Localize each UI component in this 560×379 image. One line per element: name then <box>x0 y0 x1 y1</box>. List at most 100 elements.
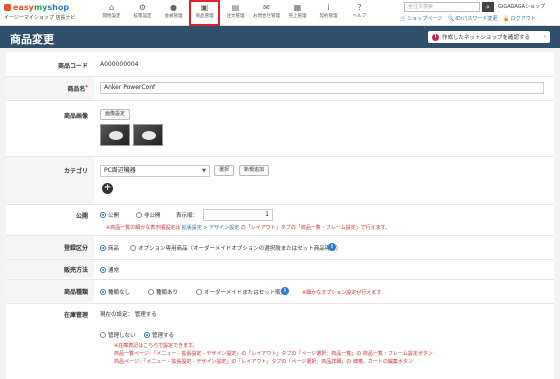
publish-radio-public[interactable]: 公開 <box>100 211 119 219</box>
product-type-radio-none[interactable]: 種類なし <box>100 288 130 296</box>
gear-icon: ⚙ <box>138 3 147 12</box>
publish-note: ※商品一覧の細かな表示順設定は 拡張設定 > デザイン設定 の「レイアウト」タブ… <box>106 225 391 231</box>
nav-label: 売上管理 <box>288 14 307 19</box>
main-nav: ⌂ 開始設定 ⚙ 拡張設定 ● 会員管理 ▣ 商品管理 ▤ 注文管理 ✉ お問合… <box>96 0 375 26</box>
user-icon: ● <box>170 3 177 12</box>
top-links: 🛒 ショップページ 🔍 ID/パスワード変更 🔓 ログアウト <box>400 15 536 23</box>
order-search-input[interactable]: 全注文検索 <box>404 2 480 12</box>
category-select[interactable]: PC周辺機器 ▼ <box>100 165 210 177</box>
nav-item-help[interactable]: ? ヘルプ <box>344 0 375 26</box>
display-order-label: 表示順： <box>176 213 199 219</box>
nav-item-extended-settings[interactable]: ⚙ 拡張設定 <box>127 0 158 26</box>
nav-label: お問合せ管理 <box>253 14 280 19</box>
gift-icon: ▣ <box>200 3 209 12</box>
search-button[interactable]: ⌕ <box>482 2 494 12</box>
logout-icon: 🔓 <box>503 15 510 22</box>
nav-label: 拡張設定 <box>133 14 152 19</box>
logo-mark-icon <box>4 4 11 11</box>
nav-label: ヘルプ <box>352 14 367 19</box>
row-product-code: 商品コード A000000004 <box>6 56 554 74</box>
id-password-link[interactable]: 🔍 ID/パスワード変更 <box>448 15 497 23</box>
label-product-type: 商品種類 <box>6 280 94 302</box>
confirm-shop-button[interactable]: i 作成したネットショップを確認する › <box>428 31 550 43</box>
row-sales-method: 販売方法 通常 <box>6 260 554 278</box>
mail-icon: ✉ <box>263 3 270 12</box>
chevron-down-icon: ▼ <box>202 168 206 174</box>
product-type-radio-types[interactable]: 種類あり <box>148 288 178 296</box>
category-add-button[interactable]: 新規追加 <box>239 165 270 176</box>
nav-label: 契約管理 <box>319 14 338 19</box>
product-image-thumbnail[interactable] <box>100 124 130 146</box>
home-icon: ⌂ <box>108 3 115 12</box>
label-product-image: 商品画像 <box>63 113 88 120</box>
publish-radio-private[interactable]: 非公開 <box>136 211 161 219</box>
info-icon: i <box>432 33 439 41</box>
nav-item-start[interactable]: ⌂ 開始設定 <box>96 0 127 26</box>
registration-radio-product[interactable]: 商品 <box>100 244 119 252</box>
logo[interactable]: easymyshop イージーマイショップ 店長ナビ <box>4 3 90 21</box>
nav-item-sales[interactable]: ▦ 売上管理 <box>282 0 313 26</box>
divider <box>6 100 554 101</box>
nav-item-products[interactable]: ▣ 商品管理 <box>189 0 220 26</box>
row-stock: 在庫管理 現在の設定： 管理する 管理しない 管理する ※在庫表記はこちらで設定… <box>6 304 554 379</box>
row-product-name: 商品名 * Anker PowerConf <box>6 77 554 99</box>
row-product-image: 商品画像 画像設定 <box>6 102 554 156</box>
stock-note-3: 商品ページ：「メニュー - 拡張設定 - デザイン設定」の「レイアウト」タブの「… <box>114 359 413 365</box>
page-title: 商品変更 <box>10 33 54 46</box>
top-bar: easymyshop イージーマイショップ 店長ナビ ⌂ 開始設定 ⚙ 拡張設定… <box>0 0 560 26</box>
radio-icon <box>196 289 202 295</box>
logo-subtitle: イージーマイショップ 店長ナビ <box>4 15 76 21</box>
sales-method-radio-normal[interactable]: 通常 <box>100 266 119 274</box>
document-icon: ▤ <box>231 3 240 12</box>
nav-item-inquiries[interactable]: ✉ お問合せ管理 <box>251 0 282 26</box>
nav-item-orders[interactable]: ▤ 注文管理 <box>220 0 251 26</box>
info-icon[interactable]: i <box>328 243 336 251</box>
label-stock: 在庫管理 <box>63 312 88 319</box>
label-category: カテゴリ <box>6 157 94 203</box>
product-form: 商品コード A000000004 商品名 * Anker PowerConf 商品… <box>6 52 554 379</box>
product-image-thumbnail[interactable] <box>133 124 163 146</box>
shop-name[interactable]: GIGAGAGAショップ <box>498 3 545 10</box>
product-code-value: A000000004 <box>100 61 139 68</box>
product-name-input[interactable]: Anker PowerConf <box>100 82 544 94</box>
radio-icon <box>100 332 106 338</box>
nav-item-members[interactable]: ● 会員管理 <box>158 0 189 26</box>
label-sales-method: 販売方法 <box>6 260 94 278</box>
chevron-right-icon: › <box>543 34 546 40</box>
nav-item-contract[interactable]: i 契約管理 <box>313 0 344 26</box>
shop-page-link[interactable]: 🛒 ショップページ <box>400 15 442 23</box>
nav-label: 商品管理 <box>195 14 214 19</box>
label-product-name: 商品名 * <box>6 77 94 99</box>
display-order-input[interactable]: 1 <box>203 209 273 221</box>
nav-label: 注文管理 <box>226 14 245 19</box>
chart-icon: ▦ <box>293 3 302 12</box>
nav-label: 会員管理 <box>164 14 183 19</box>
key-icon: 🔍 <box>448 15 455 22</box>
help-icon: ? <box>357 3 362 12</box>
cart-icon: 🛒 <box>400 15 407 22</box>
info-icon[interactable]: i <box>281 287 289 295</box>
stock-note-1: ※在庫表記はこちらで設定できます。 <box>114 343 198 349</box>
stock-radio-off[interactable]: 管理しない <box>100 331 136 339</box>
radio-icon <box>130 245 136 251</box>
row-publish: 公開 公開 非公開 表示順： 1 ※商品一覧の細かな表示順設定は 拡張設定 > … <box>6 205 554 235</box>
design-settings-link[interactable]: 拡張設定 > デザイン設定 <box>182 225 239 231</box>
registration-radio-option[interactable]: オプション専用商品（オーダーメイドオプションの選択肢またはセット商品専用） <box>130 244 341 252</box>
row-registration: 登録区分 商品 オプション専用商品（オーダーメイドオプションの選択肢またはセット… <box>6 236 554 258</box>
stock-current-setting: 現在の設定： 管理する <box>100 312 157 318</box>
radio-checked-icon <box>100 212 106 218</box>
image-settings-button[interactable]: 画像設定 <box>100 109 131 120</box>
search-icon: ⌕ <box>486 3 490 11</box>
stock-note-2: 商品一覧ページ：「メニュー - 拡張設定 - デザイン設定」の「レイアウト」タブ… <box>114 351 433 357</box>
nav-label: 開始設定 <box>102 14 121 19</box>
logout-link[interactable]: 🔓 ログアウト <box>503 15 535 23</box>
row-product-type: 商品種類 種類なし 種類あり オーダーメイドまたはセット販売 i ※細かなオプシ… <box>6 280 554 302</box>
product-type-note: ※細かなオプション設定が行えます <box>302 290 382 296</box>
stock-radio-on[interactable]: 管理する <box>144 331 174 339</box>
radio-checked-icon <box>100 267 106 273</box>
category-select-button[interactable]: 選択 <box>214 165 235 176</box>
info-icon: i <box>327 3 330 12</box>
radio-checked-icon <box>100 289 106 295</box>
product-type-radio-order[interactable]: オーダーメイドまたはセット販売 <box>196 288 286 296</box>
add-category-icon[interactable]: + <box>102 183 113 194</box>
